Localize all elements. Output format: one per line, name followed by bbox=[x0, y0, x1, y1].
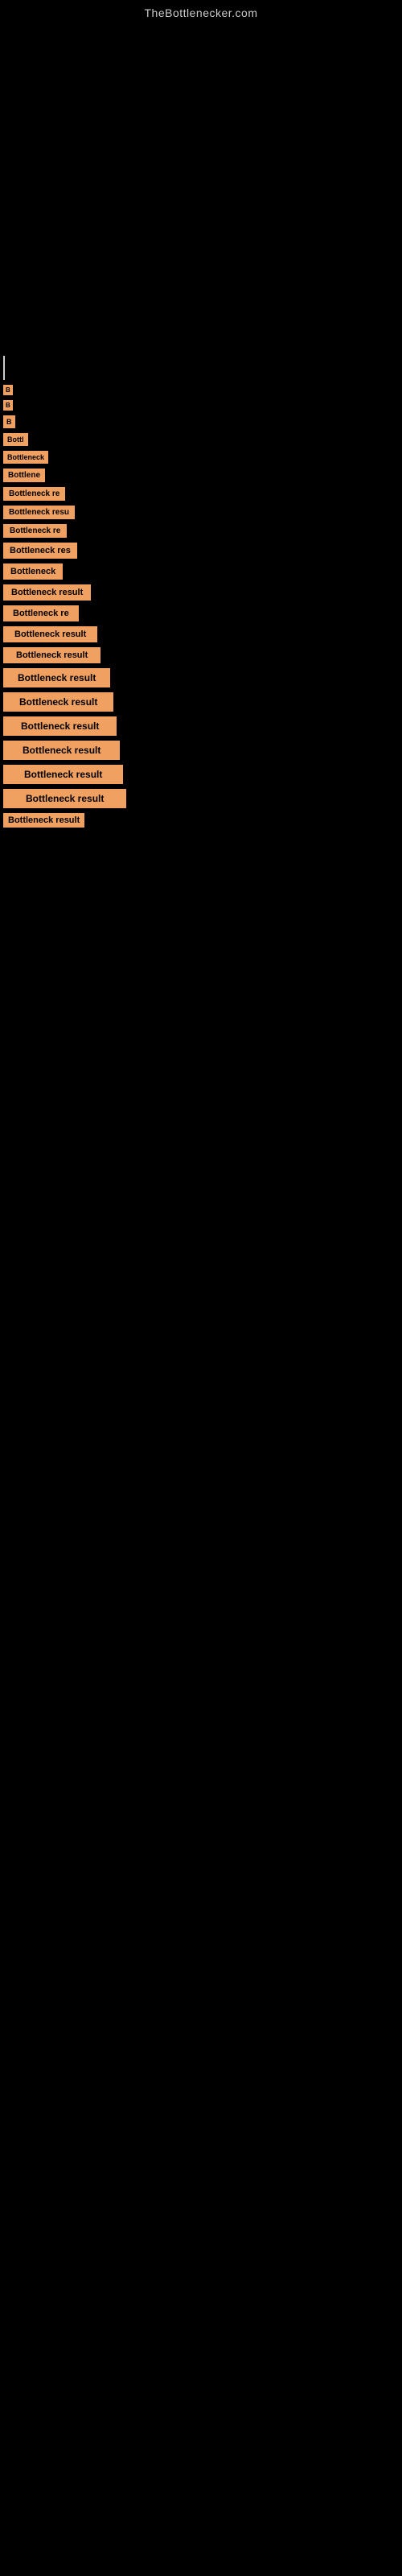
result-label: Bottleneck result bbox=[3, 741, 120, 760]
result-item: Bottleneck result bbox=[0, 647, 402, 663]
result-label: Bottleneck result bbox=[3, 789, 126, 808]
result-item: Bottleneck bbox=[0, 564, 402, 580]
result-label: B bbox=[3, 415, 15, 428]
result-item: Bottleneck resu bbox=[0, 506, 402, 519]
result-item: Bottleneck re bbox=[0, 524, 402, 538]
result-label: Bottleneck result bbox=[3, 668, 110, 687]
result-item: Bottleneck result bbox=[0, 789, 402, 808]
result-item: Bottleneck result bbox=[0, 626, 402, 642]
result-label: Bottleneck resu bbox=[3, 506, 75, 519]
result-label: Bottleneck re bbox=[3, 605, 79, 621]
result-label: B bbox=[3, 385, 13, 395]
result-item: Bottleneck re bbox=[0, 605, 402, 621]
result-item: Bottleneck bbox=[0, 451, 402, 464]
result-item: Bottleneck result bbox=[0, 716, 402, 736]
result-label: Bottleneck result bbox=[3, 647, 100, 663]
result-item: Bottleneck result bbox=[0, 813, 402, 828]
result-label: Bottleneck bbox=[3, 564, 63, 580]
result-item: B bbox=[0, 400, 402, 411]
result-item: Bottleneck result bbox=[0, 741, 402, 760]
site-title: TheBottlenecker.com bbox=[0, 0, 402, 26]
result-label: Bottleneck result bbox=[3, 765, 123, 784]
result-item: Bottleneck result bbox=[0, 765, 402, 784]
result-label: Bottleneck result bbox=[3, 626, 97, 642]
results-container: BBBBottlBottleneckBottleneBottleneck reB… bbox=[0, 348, 402, 840]
result-label: Bottleneck res bbox=[3, 543, 77, 559]
result-label: Bottleneck result bbox=[3, 813, 84, 828]
result-label: Bottleneck bbox=[3, 451, 48, 464]
result-label: B bbox=[3, 400, 13, 411]
result-label: Bottl bbox=[3, 433, 28, 446]
result-label: Bottleneck result bbox=[3, 692, 113, 712]
result-label: Bottleneck re bbox=[3, 487, 65, 501]
result-item: Bottleneck result bbox=[0, 668, 402, 687]
result-item: Bottleneck res bbox=[0, 543, 402, 559]
result-label: Bottleneck result bbox=[3, 716, 117, 736]
result-item: Bottleneck re bbox=[0, 487, 402, 501]
result-item: B bbox=[0, 385, 402, 395]
result-item: Bottleneck result bbox=[0, 584, 402, 601]
result-item: Bottl bbox=[0, 433, 402, 446]
separator-line bbox=[3, 356, 5, 380]
result-item: Bottlene bbox=[0, 469, 402, 482]
result-label: Bottlene bbox=[3, 469, 45, 482]
result-label: Bottleneck re bbox=[3, 524, 67, 538]
result-label: Bottleneck result bbox=[3, 584, 91, 601]
result-item: Bottleneck result bbox=[0, 692, 402, 712]
result-item: B bbox=[0, 415, 402, 428]
